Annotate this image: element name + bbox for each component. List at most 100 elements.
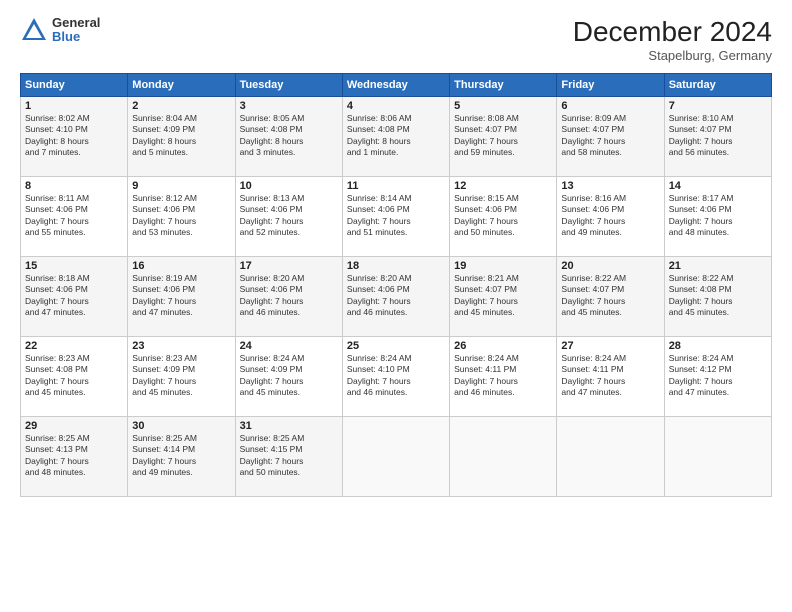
day-detail: Sunrise: 8:17 AM Sunset: 4:06 PM Dayligh… [669,193,767,239]
day-number: 31 [240,420,338,432]
day-detail: Sunrise: 8:21 AM Sunset: 4:07 PM Dayligh… [454,273,552,319]
day-number: 29 [25,420,123,432]
calendar-cell: 18Sunrise: 8:20 AM Sunset: 4:06 PM Dayli… [342,257,449,337]
day-detail: Sunrise: 8:02 AM Sunset: 4:10 PM Dayligh… [25,113,123,159]
logo-icon [20,16,48,44]
day-number: 17 [240,260,338,272]
day-number: 5 [454,100,552,112]
day-number: 11 [347,180,445,192]
day-number: 1 [25,100,123,112]
title-area: December 2024 Stapelburg, Germany [573,16,772,63]
col-monday: Monday [128,74,235,97]
day-number: 15 [25,260,123,272]
day-detail: Sunrise: 8:18 AM Sunset: 4:06 PM Dayligh… [25,273,123,319]
calendar-cell: 1Sunrise: 8:02 AM Sunset: 4:10 PM Daylig… [21,97,128,177]
day-number: 14 [669,180,767,192]
day-number: 21 [669,260,767,272]
calendar-cell: 9Sunrise: 8:12 AM Sunset: 4:06 PM Daylig… [128,177,235,257]
calendar-week-2: 8Sunrise: 8:11 AM Sunset: 4:06 PM Daylig… [21,177,772,257]
day-number: 30 [132,420,230,432]
day-number: 9 [132,180,230,192]
day-number: 20 [561,260,659,272]
day-number: 13 [561,180,659,192]
col-sunday: Sunday [21,74,128,97]
calendar-cell: 23Sunrise: 8:23 AM Sunset: 4:09 PM Dayli… [128,337,235,417]
col-thursday: Thursday [450,74,557,97]
day-number: 7 [669,100,767,112]
calendar-cell: 11Sunrise: 8:14 AM Sunset: 4:06 PM Dayli… [342,177,449,257]
col-friday: Friday [557,74,664,97]
day-number: 26 [454,340,552,352]
calendar-table: Sunday Monday Tuesday Wednesday Thursday… [20,73,772,497]
day-detail: Sunrise: 8:24 AM Sunset: 4:11 PM Dayligh… [454,353,552,399]
calendar-week-5: 29Sunrise: 8:25 AM Sunset: 4:13 PM Dayli… [21,417,772,497]
calendar-cell: 3Sunrise: 8:05 AM Sunset: 4:08 PM Daylig… [235,97,342,177]
day-number: 27 [561,340,659,352]
day-detail: Sunrise: 8:24 AM Sunset: 4:10 PM Dayligh… [347,353,445,399]
calendar-cell: 24Sunrise: 8:24 AM Sunset: 4:09 PM Dayli… [235,337,342,417]
logo-text: General Blue [52,16,100,45]
day-number: 19 [454,260,552,272]
calendar-cell: 31Sunrise: 8:25 AM Sunset: 4:15 PM Dayli… [235,417,342,497]
day-detail: Sunrise: 8:19 AM Sunset: 4:06 PM Dayligh… [132,273,230,319]
day-detail: Sunrise: 8:25 AM Sunset: 4:15 PM Dayligh… [240,433,338,479]
day-number: 22 [25,340,123,352]
calendar-week-3: 15Sunrise: 8:18 AM Sunset: 4:06 PM Dayli… [21,257,772,337]
calendar-cell: 27Sunrise: 8:24 AM Sunset: 4:11 PM Dayli… [557,337,664,417]
day-number: 3 [240,100,338,112]
calendar-cell [664,417,771,497]
calendar-cell: 10Sunrise: 8:13 AM Sunset: 4:06 PM Dayli… [235,177,342,257]
col-saturday: Saturday [664,74,771,97]
day-number: 23 [132,340,230,352]
day-detail: Sunrise: 8:25 AM Sunset: 4:14 PM Dayligh… [132,433,230,479]
header: General Blue December 2024 Stapelburg, G… [20,16,772,63]
logo-general-label: General [52,16,100,30]
calendar-cell: 16Sunrise: 8:19 AM Sunset: 4:06 PM Dayli… [128,257,235,337]
day-number: 12 [454,180,552,192]
calendar-cell: 21Sunrise: 8:22 AM Sunset: 4:08 PM Dayli… [664,257,771,337]
day-number: 24 [240,340,338,352]
calendar-cell: 29Sunrise: 8:25 AM Sunset: 4:13 PM Dayli… [21,417,128,497]
calendar-cell: 13Sunrise: 8:16 AM Sunset: 4:06 PM Dayli… [557,177,664,257]
day-detail: Sunrise: 8:09 AM Sunset: 4:07 PM Dayligh… [561,113,659,159]
calendar-cell: 8Sunrise: 8:11 AM Sunset: 4:06 PM Daylig… [21,177,128,257]
calendar-cell: 28Sunrise: 8:24 AM Sunset: 4:12 PM Dayli… [664,337,771,417]
day-detail: Sunrise: 8:24 AM Sunset: 4:09 PM Dayligh… [240,353,338,399]
col-wednesday: Wednesday [342,74,449,97]
calendar-cell: 7Sunrise: 8:10 AM Sunset: 4:07 PM Daylig… [664,97,771,177]
day-detail: Sunrise: 8:25 AM Sunset: 4:13 PM Dayligh… [25,433,123,479]
day-detail: Sunrise: 8:20 AM Sunset: 4:06 PM Dayligh… [240,273,338,319]
day-detail: Sunrise: 8:22 AM Sunset: 4:08 PM Dayligh… [669,273,767,319]
day-detail: Sunrise: 8:23 AM Sunset: 4:09 PM Dayligh… [132,353,230,399]
calendar-week-1: 1Sunrise: 8:02 AM Sunset: 4:10 PM Daylig… [21,97,772,177]
day-number: 8 [25,180,123,192]
day-detail: Sunrise: 8:08 AM Sunset: 4:07 PM Dayligh… [454,113,552,159]
calendar-cell: 2Sunrise: 8:04 AM Sunset: 4:09 PM Daylig… [128,97,235,177]
day-detail: Sunrise: 8:13 AM Sunset: 4:06 PM Dayligh… [240,193,338,239]
day-detail: Sunrise: 8:16 AM Sunset: 4:06 PM Dayligh… [561,193,659,239]
header-row: Sunday Monday Tuesday Wednesday Thursday… [21,74,772,97]
day-detail: Sunrise: 8:15 AM Sunset: 4:06 PM Dayligh… [454,193,552,239]
logo: General Blue [20,16,100,45]
day-detail: Sunrise: 8:12 AM Sunset: 4:06 PM Dayligh… [132,193,230,239]
calendar-cell: 5Sunrise: 8:08 AM Sunset: 4:07 PM Daylig… [450,97,557,177]
day-number: 28 [669,340,767,352]
calendar-cell: 22Sunrise: 8:23 AM Sunset: 4:08 PM Dayli… [21,337,128,417]
calendar-body: 1Sunrise: 8:02 AM Sunset: 4:10 PM Daylig… [21,97,772,497]
calendar-cell: 26Sunrise: 8:24 AM Sunset: 4:11 PM Dayli… [450,337,557,417]
day-number: 10 [240,180,338,192]
calendar-cell: 19Sunrise: 8:21 AM Sunset: 4:07 PM Dayli… [450,257,557,337]
day-number: 25 [347,340,445,352]
day-number: 2 [132,100,230,112]
calendar-cell: 4Sunrise: 8:06 AM Sunset: 4:08 PM Daylig… [342,97,449,177]
calendar-cell: 15Sunrise: 8:18 AM Sunset: 4:06 PM Dayli… [21,257,128,337]
calendar-cell [557,417,664,497]
calendar-cell [450,417,557,497]
calendar-cell: 12Sunrise: 8:15 AM Sunset: 4:06 PM Dayli… [450,177,557,257]
day-detail: Sunrise: 8:04 AM Sunset: 4:09 PM Dayligh… [132,113,230,159]
calendar-header: Sunday Monday Tuesday Wednesday Thursday… [21,74,772,97]
calendar-cell: 14Sunrise: 8:17 AM Sunset: 4:06 PM Dayli… [664,177,771,257]
day-number: 6 [561,100,659,112]
day-detail: Sunrise: 8:22 AM Sunset: 4:07 PM Dayligh… [561,273,659,319]
calendar-cell: 17Sunrise: 8:20 AM Sunset: 4:06 PM Dayli… [235,257,342,337]
